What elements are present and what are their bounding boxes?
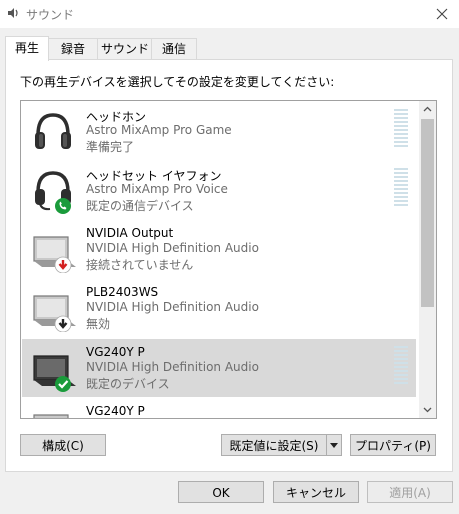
device-driver: Astro MixAmp Pro Game bbox=[86, 123, 232, 137]
ok-button[interactable]: OK bbox=[178, 481, 264, 503]
device-name: PLB2403WS bbox=[86, 285, 159, 299]
device-driver: NVIDIA High Definition Audio bbox=[86, 300, 259, 314]
device-driver: Astro MixAmp Pro Voice bbox=[86, 182, 228, 196]
window-title: サウンド bbox=[26, 8, 75, 22]
cancel-button[interactable]: キャンセル bbox=[273, 481, 359, 503]
headphones-icon bbox=[35, 113, 71, 149]
close-icon bbox=[436, 8, 448, 20]
headset-icon bbox=[35, 171, 71, 214]
chevron-up-icon bbox=[423, 106, 432, 112]
device-item-vg240y-default[interactable]: VG240Y P NVIDIA High Definition Audio 既定… bbox=[22, 339, 416, 397]
apply-button[interactable]: 適用(A) bbox=[367, 481, 453, 503]
chevron-down-icon bbox=[330, 443, 338, 448]
configure-button[interactable]: 構成(C) bbox=[20, 434, 106, 456]
volume-meter bbox=[394, 168, 408, 210]
device-item-plb2403ws[interactable]: PLB2403WS NVIDIA High Definition Audio 無… bbox=[22, 279, 416, 337]
device-item-headphones[interactable]: ヘッドホン Astro MixAmp Pro Game 準備完了 bbox=[22, 102, 416, 160]
tab-panel: 下の再生デバイスを選択してその設定を変更してください: ヘッドホン Astro … bbox=[5, 59, 453, 472]
instruction-text: 下の再生デバイスを選択してその設定を変更してください: bbox=[20, 75, 335, 89]
monitor-icon bbox=[33, 355, 76, 392]
device-name: VG240Y P bbox=[86, 404, 145, 418]
monitor-icon bbox=[33, 236, 76, 273]
scroll-up-button[interactable] bbox=[419, 101, 436, 118]
scroll-thumb[interactable] bbox=[421, 119, 434, 307]
scroll-down-button[interactable] bbox=[419, 401, 436, 418]
device-status: 準備完了 bbox=[86, 140, 135, 154]
device-status: 既定の通信デバイス bbox=[86, 199, 194, 213]
properties-button[interactable]: プロパティ(P) bbox=[350, 434, 436, 456]
speaker-app-icon bbox=[8, 8, 18, 18]
set-default-button[interactable]: 既定値に設定(S) bbox=[221, 434, 327, 456]
device-list[interactable]: ヘッドホン Astro MixAmp Pro Game 準備完了 ヘッドセット … bbox=[20, 100, 437, 419]
volume-meter bbox=[394, 109, 408, 151]
device-status: 無効 bbox=[86, 317, 111, 331]
device-status: 接続されていません bbox=[86, 258, 194, 272]
device-name: VG240Y P bbox=[86, 345, 145, 359]
monitor-icon bbox=[33, 414, 69, 418]
device-item-vg240y[interactable]: VG240Y P bbox=[22, 398, 416, 418]
tab-recording[interactable]: 録音 bbox=[47, 38, 99, 59]
chevron-down-icon bbox=[423, 407, 432, 413]
device-status: 既定のデバイス bbox=[86, 377, 170, 391]
monitor-icon bbox=[33, 295, 76, 332]
vertical-scrollbar[interactable] bbox=[419, 101, 436, 418]
tab-communications[interactable]: 通信 bbox=[151, 38, 197, 59]
tab-sounds[interactable]: サウンド bbox=[97, 38, 153, 59]
volume-meter bbox=[394, 346, 408, 388]
title-bar: サウンド bbox=[0, 0, 459, 28]
device-driver: NVIDIA High Definition Audio bbox=[86, 360, 259, 374]
device-item-headset[interactable]: ヘッドセット イヤフォン Astro MixAmp Pro Voice 既定の通… bbox=[22, 161, 416, 219]
device-driver: NVIDIA High Definition Audio bbox=[86, 241, 259, 255]
device-name: NVIDIA Output bbox=[86, 226, 174, 240]
set-default-dropdown[interactable] bbox=[326, 434, 342, 456]
tab-playback[interactable]: 再生 bbox=[5, 36, 49, 61]
device-item-nvidia-output[interactable]: NVIDIA Output NVIDIA High Definition Aud… bbox=[22, 220, 416, 278]
close-button[interactable] bbox=[425, 0, 459, 28]
